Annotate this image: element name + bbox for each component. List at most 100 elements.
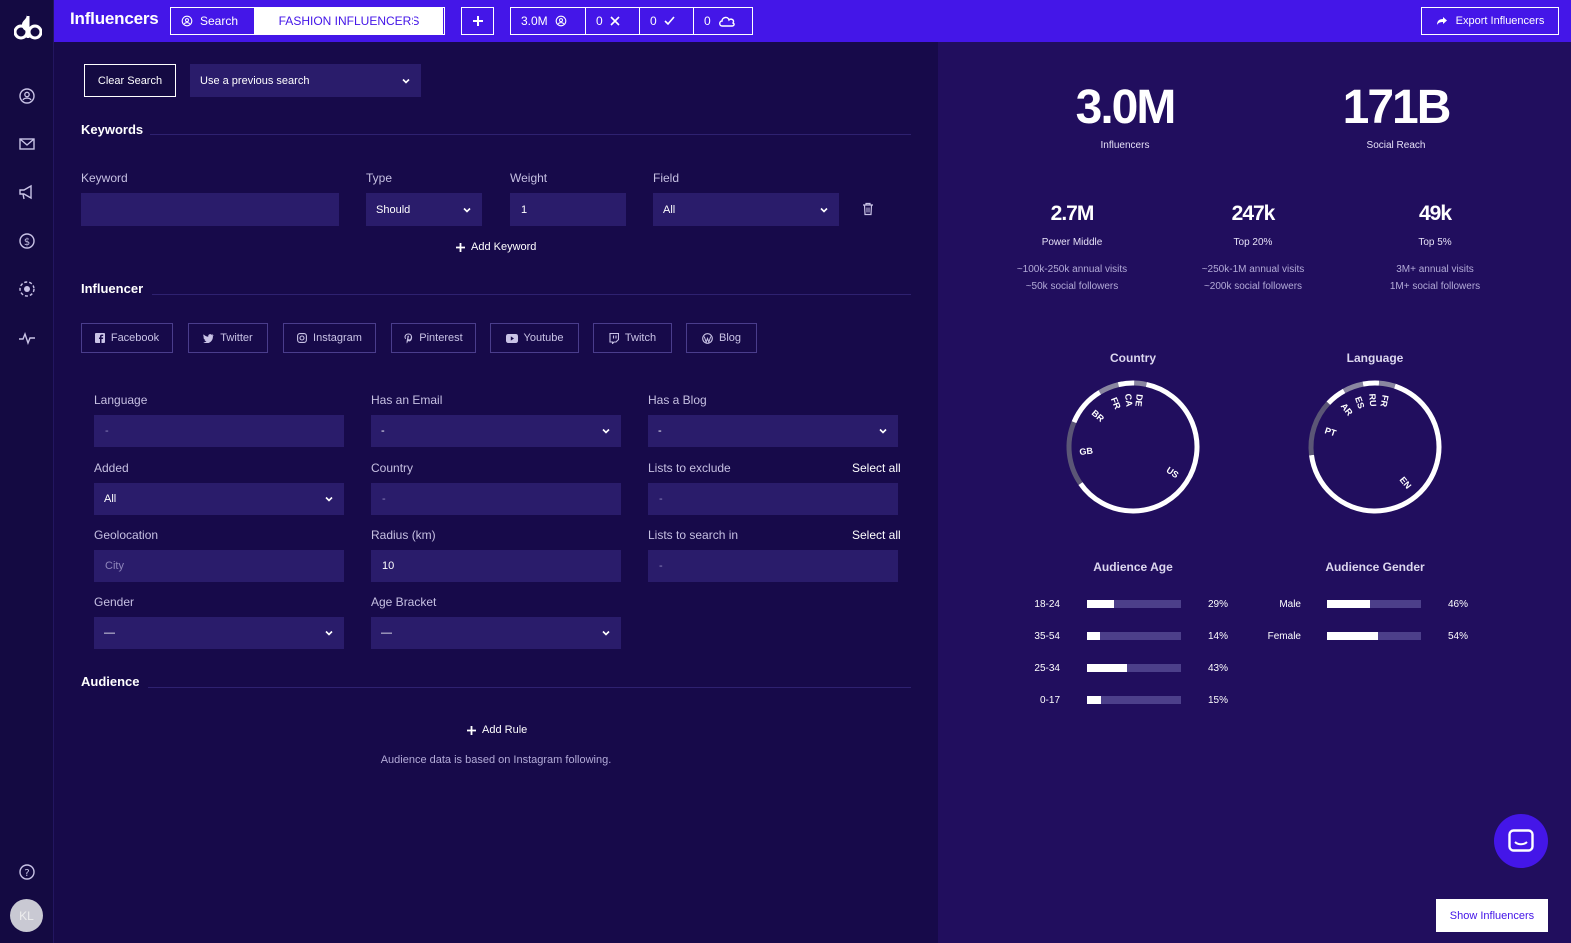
network-label: Blog [718, 332, 742, 344]
donut-slice [1098, 382, 1120, 395]
weight-input[interactable]: 1 [510, 193, 626, 226]
add-keyword-button[interactable]: Add Keyword [456, 241, 536, 253]
network-instagram-button[interactable]: Instagram [283, 323, 376, 353]
add-rule-button[interactable]: Add Rule [467, 724, 527, 736]
influencer-search-icon[interactable] [17, 86, 37, 106]
language-donut-chart: EN PTARES RU FR [1308, 380, 1442, 514]
tier-desc-line: 3M+ annual visits [1396, 264, 1474, 275]
audience-age-title: Audience Age [1093, 560, 1173, 574]
network-label: Instagram [313, 332, 362, 344]
donut-slice-label: AR [1339, 401, 1355, 418]
has-email-select[interactable]: - [371, 415, 621, 447]
user-circle-icon [555, 15, 567, 27]
logo-icon[interactable] [13, 12, 43, 40]
help-icon[interactable]: ? [17, 862, 37, 882]
search-dropdown-button[interactable] [413, 7, 445, 35]
svg-text:?: ? [24, 868, 29, 879]
network-facebook-button[interactable]: Facebook [81, 323, 173, 353]
stat-saved[interactable]: 0 [694, 8, 752, 34]
clear-search-button[interactable]: Clear Search [84, 64, 176, 97]
field-value: All [663, 203, 676, 216]
chevron-down-icon [820, 207, 828, 213]
chevron-down-icon [463, 207, 471, 213]
breadcrumb-search[interactable]: Search [170, 7, 255, 35]
network-youtube-button[interactable]: Youtube [490, 323, 579, 353]
tier-desc-line: ~50k social followers [1025, 281, 1119, 292]
network-label: Youtube [523, 332, 564, 344]
added-select[interactable]: All [94, 483, 344, 515]
trash-icon[interactable] [862, 202, 874, 216]
network-twitter-button[interactable]: Twitter [188, 323, 268, 353]
gender-select[interactable]: — [94, 617, 344, 649]
country-input[interactable]: - [371, 483, 621, 515]
chevron-down-icon [325, 496, 333, 502]
svg-text:$: $ [24, 237, 30, 248]
select-all-exclude-link[interactable]: Select all [852, 461, 901, 475]
donut-slice [1134, 380, 1147, 387]
network-twitch-button[interactable]: Twitch [593, 323, 672, 353]
tier-desc: ~100k-250k annual visits ~50k social fol… [997, 261, 1147, 295]
keyword-input[interactable] [81, 193, 339, 226]
donut-slice-label: PT [1323, 425, 1338, 438]
geolocation-input[interactable]: City [94, 550, 344, 582]
stat-accepted[interactable]: 0 [640, 8, 694, 34]
age-bracket-select[interactable]: — [371, 617, 621, 649]
social-reach-label: Social Reach [1366, 140, 1426, 151]
avatar[interactable]: KL [10, 899, 43, 932]
megaphone-icon[interactable] [17, 182, 37, 202]
donut-slice [1342, 381, 1364, 394]
previous-search-label: Use a previous search [200, 74, 310, 87]
add-keyword-label: Add Keyword [471, 241, 537, 253]
donut-slice [1117, 380, 1135, 388]
bar-value-label: 14% [1208, 631, 1229, 642]
lists-exclude-input[interactable]: - [648, 483, 898, 515]
network-blog-button[interactable]: Blog [686, 323, 757, 353]
tier-desc-line: ~200k social followers [1203, 281, 1303, 292]
activity-icon[interactable] [17, 328, 37, 348]
tier-value: 2.7M [1050, 202, 1095, 225]
mail-icon[interactable] [17, 134, 37, 154]
type-select[interactable]: Should [366, 193, 482, 226]
language-input[interactable]: - [94, 415, 344, 447]
top-bar: Influencers Search FASHION INFLUENCERS 3… [54, 0, 1571, 42]
select-all-search-link[interactable]: Select all [852, 528, 901, 542]
chevron-down-icon [879, 428, 887, 434]
tier-desc-line: 1M+ social followers [1389, 281, 1481, 292]
bar-track [1087, 696, 1181, 704]
donut-slice-label: BR [1090, 408, 1107, 424]
bar-category-label: 0-17 [1039, 695, 1060, 706]
radius-input[interactable]: 10 [371, 550, 621, 582]
bar-fill [1087, 600, 1115, 608]
radius-label: Radius (km) [371, 528, 436, 542]
donut-slice-label: DE [1133, 394, 1144, 408]
chevron-down-icon [402, 78, 410, 84]
network-pinterest-button[interactable]: Pinterest [391, 323, 476, 353]
chat-launcher-button[interactable] [1494, 814, 1548, 868]
bar-track [1327, 600, 1421, 608]
facebook-icon [94, 333, 105, 343]
show-influencers-button[interactable]: Show Influencers [1436, 899, 1548, 932]
bar-track [1087, 632, 1181, 640]
dollar-icon[interactable]: $ [17, 231, 37, 251]
search-form: Clear Search Use a previous search Keywo… [54, 42, 938, 943]
stat-rejected[interactable]: 0 [586, 8, 640, 34]
previous-search-select[interactable]: Use a previous search [190, 64, 421, 97]
stat-influencers[interactable]: 3.0M [511, 8, 586, 34]
lists-search-input[interactable]: - [648, 550, 898, 582]
donut-slice-label: EN [1398, 475, 1414, 491]
user-search-icon [181, 15, 193, 27]
check-icon [664, 16, 675, 26]
caret-down-icon [425, 19, 433, 23]
export-influencers-button[interactable]: Export Influencers [1421, 7, 1559, 35]
field-select[interactable]: All [653, 193, 839, 226]
network-icon[interactable] [17, 279, 37, 299]
new-search-button[interactable] [461, 7, 494, 35]
pinterest-icon [404, 333, 413, 343]
bar-value-label: 54% [1448, 631, 1469, 642]
audience-divider [148, 687, 911, 688]
field-label: Field [653, 171, 680, 185]
influencers-count-label: Influencers [1100, 140, 1150, 151]
wordpress-icon [702, 332, 713, 344]
weight-label: Weight [510, 171, 548, 185]
has-blog-select[interactable]: - [648, 415, 898, 447]
